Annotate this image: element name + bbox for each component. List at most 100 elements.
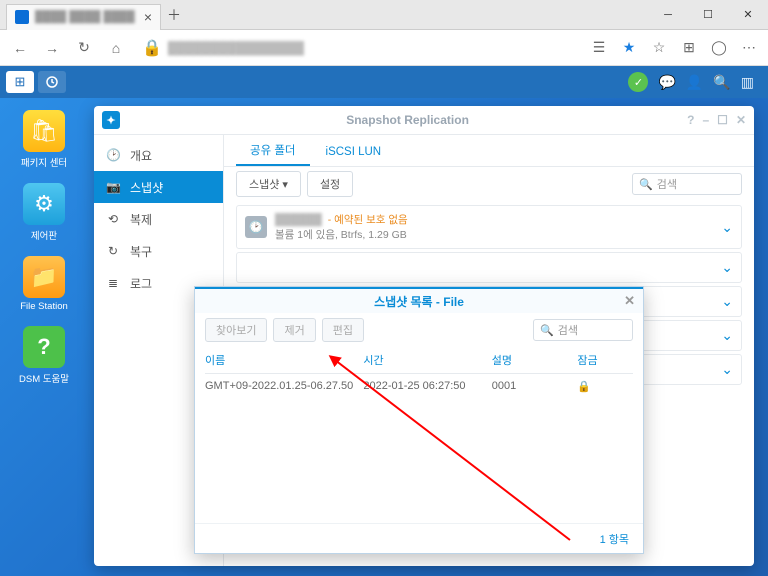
clock-icon: 🕑 bbox=[245, 216, 267, 238]
package-icon: 🛍 bbox=[23, 110, 65, 152]
window-controls: ─ ☐ ✕ bbox=[648, 0, 768, 30]
app-title: Snapshot Replication bbox=[128, 113, 687, 127]
tab-close-icon[interactable]: × bbox=[144, 9, 152, 25]
chevron-down-icon[interactable]: ⌄ bbox=[721, 259, 733, 276]
col-time[interactable]: 시간 bbox=[363, 352, 491, 368]
table-header: 이름 시간 설명 잠금 bbox=[205, 347, 633, 374]
folder-subtitle: 볼륨 1에 있음, Btrfs, 1.29 GB bbox=[275, 227, 408, 242]
sidebar-item-overview[interactable]: 🕑개요 bbox=[94, 139, 223, 171]
col-name[interactable]: 이름 bbox=[205, 352, 363, 368]
lock-icon: 🔒 bbox=[142, 38, 162, 58]
remove-button[interactable]: 제거 bbox=[273, 318, 315, 342]
dsm-taskbar-item[interactable] bbox=[38, 71, 66, 93]
app-minimize-icon[interactable]: – bbox=[702, 113, 709, 127]
sidebar-item-snapshot[interactable]: 📷스냅샷 bbox=[94, 171, 223, 203]
log-icon: ≣ bbox=[106, 276, 120, 290]
app-maximize-icon[interactable]: ☐ bbox=[717, 113, 728, 127]
toolbar: 스냅샷 ▾ 설정 🔍검색 bbox=[224, 167, 754, 201]
window-minimize[interactable]: ─ bbox=[648, 0, 688, 30]
dsm-topbar: ⊞ ✓ 💬 👤 🔍 ▥ bbox=[0, 66, 768, 98]
settings-button[interactable]: 설정 bbox=[307, 171, 353, 197]
tab-title: ████ ████ ████ bbox=[35, 11, 144, 23]
dialog-close-icon[interactable]: ✕ bbox=[624, 293, 635, 309]
dsm-desktop: 🛍패키지 센터 ⚙제어판 📁File Station ?DSM 도움말 ✦ Sn… bbox=[0, 98, 768, 576]
dialog-search-input[interactable]: 🔍검색 bbox=[533, 319, 633, 341]
more-icon[interactable]: ⋯ bbox=[736, 39, 762, 56]
tab-favicon bbox=[15, 10, 29, 24]
app-close-icon[interactable]: ✕ bbox=[736, 113, 746, 127]
window-maximize[interactable]: ☐ bbox=[688, 0, 728, 30]
address-text: ████████████████ bbox=[168, 41, 304, 55]
profile-icon[interactable]: ◯ bbox=[706, 39, 732, 56]
item-count: 1 항목 bbox=[600, 531, 629, 547]
tab-shared-folder[interactable]: 공유 폴더 bbox=[236, 136, 310, 166]
col-desc[interactable]: 설명 bbox=[492, 352, 578, 368]
tabs: 공유 폴더 iSCSI LUN bbox=[224, 135, 754, 167]
desktop-icon-file-station[interactable]: 📁File Station bbox=[12, 256, 76, 312]
table-row[interactable]: GMT+09-2022.01.25-06.27.50 2022-01-25 06… bbox=[205, 374, 633, 399]
chevron-down-icon[interactable]: ⌄ bbox=[721, 327, 733, 344]
cell-desc: 0001 bbox=[492, 380, 578, 393]
widget-icon[interactable]: ▥ bbox=[741, 74, 754, 91]
user-icon[interactable]: 👤 bbox=[686, 74, 703, 91]
file-station-icon: 📁 bbox=[23, 256, 65, 298]
new-tab-button[interactable]: ＋ bbox=[167, 5, 181, 25]
browser-tab[interactable]: ████ ████ ████ × bbox=[6, 4, 161, 30]
tab-iscsi-lun[interactable]: iSCSI LUN bbox=[312, 140, 396, 166]
dialog-toolbar: 찾아보기 제거 편집 🔍검색 bbox=[195, 313, 643, 347]
search-input[interactable]: 🔍검색 bbox=[632, 173, 742, 195]
edit-button[interactable]: 편집 bbox=[322, 318, 364, 342]
browse-button[interactable]: 찾아보기 bbox=[205, 318, 267, 342]
sidebar-item-replication[interactable]: ⟲복제 bbox=[94, 203, 223, 235]
search-icon[interactable]: 🔍 bbox=[713, 74, 730, 91]
dialog-footer: 1 항목 bbox=[195, 523, 643, 553]
dialog-titlebar[interactable]: 스냅샷 목록 - File ✕ bbox=[195, 287, 643, 313]
folder-row[interactable]: 🕑 ██████ - 예약된 보호 없음 볼륨 1에 있음, Btrfs, 1.2… bbox=[236, 205, 742, 249]
chevron-down-icon[interactable]: ⌄ bbox=[721, 361, 733, 378]
app-titlebar[interactable]: ✦ Snapshot Replication ? – ☐ ✕ bbox=[94, 106, 754, 134]
browser-titlebar: ████ ████ ████ × ＋ ─ ☐ ✕ bbox=[0, 0, 768, 30]
search-icon: 🔍 bbox=[540, 324, 554, 337]
control-panel-icon: ⚙ bbox=[23, 183, 65, 225]
nav-reload-icon[interactable]: ↻ bbox=[70, 34, 98, 62]
search-icon: 🔍 bbox=[639, 178, 653, 191]
collections-icon[interactable]: ⊞ bbox=[676, 39, 702, 56]
nav-home-icon[interactable]: ⌂ bbox=[102, 34, 130, 62]
folder-warning: - 예약된 보호 없음 bbox=[328, 214, 408, 226]
notification-badge-icon[interactable]: ✓ bbox=[628, 72, 648, 92]
folder-row[interactable]: ⌄ bbox=[236, 252, 742, 283]
cell-time: 2022-01-25 06:27:50 bbox=[363, 380, 491, 393]
overview-icon: 🕑 bbox=[106, 148, 120, 162]
cell-name: GMT+09-2022.01.25-06.27.50 bbox=[205, 380, 363, 393]
app-help-icon[interactable]: ? bbox=[687, 113, 694, 127]
snapshot-icon: 📷 bbox=[106, 180, 120, 194]
recovery-icon: ↻ bbox=[106, 244, 120, 258]
favorite-star-icon[interactable]: ★ bbox=[616, 39, 642, 56]
dsm-launcher-icon[interactable]: ⊞ bbox=[6, 71, 34, 93]
sidebar-item-recovery[interactable]: ↻복구 bbox=[94, 235, 223, 267]
chevron-down-icon[interactable]: ⌄ bbox=[721, 219, 733, 236]
desktop-icons: 🛍패키지 센터 ⚙제어판 📁File Station ?DSM 도움말 bbox=[12, 110, 76, 399]
nav-back-icon[interactable]: ← bbox=[6, 34, 34, 62]
folder-name: ██████ bbox=[275, 214, 322, 226]
replication-icon: ⟲ bbox=[106, 212, 120, 226]
window-close[interactable]: ✕ bbox=[728, 0, 768, 30]
snapshot-dropdown-button[interactable]: 스냅샷 ▾ bbox=[236, 171, 301, 197]
snapshot-list-dialog: 스냅샷 목록 - File ✕ 찾아보기 제거 편집 🔍검색 이름 시간 설명 … bbox=[194, 286, 644, 554]
chevron-down-icon[interactable]: ⌄ bbox=[721, 293, 733, 310]
desktop-icon-package-center[interactable]: 🛍패키지 센터 bbox=[12, 110, 76, 169]
dialog-title: 스냅샷 목록 - File bbox=[374, 293, 464, 310]
favorites-icon[interactable]: ☆ bbox=[646, 39, 672, 56]
snapshot-table: 이름 시간 설명 잠금 GMT+09-2022.01.25-06.27.50 2… bbox=[195, 347, 643, 523]
lock-icon: 🔒 bbox=[577, 380, 633, 393]
browser-toolbar: ← → ↻ ⌂ 🔒 ████████████████ ☰ ★ ☆ ⊞ ◯ ⋯ bbox=[0, 30, 768, 66]
app-icon: ✦ bbox=[102, 111, 120, 129]
col-lock[interactable]: 잠금 bbox=[577, 352, 633, 368]
help-icon: ? bbox=[23, 326, 65, 368]
chat-icon[interactable]: 💬 bbox=[658, 74, 675, 91]
nav-forward-icon[interactable]: → bbox=[38, 34, 66, 62]
desktop-icon-control-panel[interactable]: ⚙제어판 bbox=[12, 183, 76, 242]
desktop-icon-help[interactable]: ?DSM 도움말 bbox=[12, 326, 76, 385]
reader-icon[interactable]: ☰ bbox=[586, 39, 612, 56]
address-bar[interactable]: 🔒 ████████████████ bbox=[134, 38, 582, 58]
